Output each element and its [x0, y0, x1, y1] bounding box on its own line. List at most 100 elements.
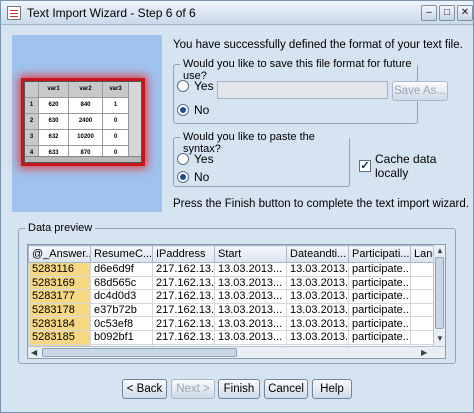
radio-label: No	[194, 170, 210, 184]
table-cell: 5283178	[28, 302, 91, 318]
help-button[interactable]: Help	[312, 379, 352, 399]
column-header[interactable]: Participati...	[348, 245, 411, 263]
column-header[interactable]: IPaddress	[152, 245, 215, 263]
back-button[interactable]: < Back	[122, 379, 167, 399]
table-cell: participate...	[348, 289, 411, 304]
table-cell: 217.162.13...	[152, 302, 215, 318]
radio-button-icon[interactable]	[177, 171, 189, 183]
illustration-cell	[25, 82, 39, 98]
radio-label: Yes	[194, 79, 214, 93]
vertical-scroll-thumb[interactable]	[435, 257, 444, 329]
radio-button-icon[interactable]	[177, 153, 189, 165]
data-preview-legend: Data preview	[25, 222, 96, 234]
vertical-scrollbar[interactable]: ▲ ▼	[433, 245, 445, 346]
table-cell: 13.03.2013...	[214, 302, 287, 318]
radio-button-icon[interactable]	[177, 104, 189, 116]
table-cell: participate...	[348, 329, 411, 345]
save-as-button[interactable]: Save As...	[392, 81, 448, 101]
table-cell: 13.03.2013...	[214, 329, 287, 345]
scroll-down-icon[interactable]: ▼	[436, 334, 444, 343]
illustration-cell: 1	[103, 98, 129, 114]
illustration-cell: 1	[25, 98, 39, 114]
illustration-header-row: var1 var2 var3	[25, 82, 141, 98]
table-cell: 13.03.2013...	[286, 329, 349, 345]
scroll-left-icon[interactable]: ◀	[31, 348, 37, 357]
table-cell: 13.03.2013...	[214, 262, 287, 277]
table-cell: d6e6d9f	[90, 262, 153, 277]
illustration-cell: 3	[25, 130, 39, 146]
save-format-legend: Would you like to save this file format …	[180, 58, 417, 82]
cancel-button[interactable]: Cancel	[264, 379, 308, 399]
table-cell	[410, 316, 436, 331]
table-cell: participate...	[348, 302, 411, 318]
table-row: 5283178 e37b72b 217.162.13... 13.03.2013...…	[28, 302, 436, 318]
table-cell: participate...	[348, 275, 411, 291]
table-cell: dc4d0d3	[90, 289, 153, 304]
checkbox-icon[interactable]: ✓	[359, 160, 371, 172]
maximize-icon[interactable]: □	[439, 5, 455, 21]
cache-data-checkbox[interactable]: ✓ Cache data locally	[359, 152, 473, 180]
illustration-cell: 0	[103, 130, 129, 146]
table-cell: 13.03.2013...	[214, 289, 287, 304]
illustration-row: 1 620 840 1	[25, 98, 141, 114]
data-preview-grid[interactable]: @_Answer... ResumeC... IPaddress Start Datea…	[27, 244, 446, 359]
illustration-scrollbar	[25, 156, 141, 162]
table-row: 5283177 dc4d0d3 217.162.13... 13.03.2013...…	[28, 289, 436, 304]
table-cell: 5283185	[28, 329, 91, 345]
column-header[interactable]: ResumeC...	[90, 245, 153, 263]
horizontal-scrollbar[interactable]: ◀ ▶	[28, 346, 445, 358]
table-cell	[410, 262, 436, 277]
save-path-field[interactable]	[217, 81, 388, 99]
scroll-up-icon[interactable]: ▲	[436, 246, 444, 255]
illustration-cell: var2	[69, 82, 103, 98]
illustration-cell: 2	[25, 114, 39, 130]
horizontal-scroll-thumb[interactable]	[42, 348, 237, 357]
radio-button-icon[interactable]	[177, 80, 189, 92]
column-header[interactable]: Dateandti...	[286, 245, 349, 263]
column-header[interactable]: @_Answer...	[28, 245, 91, 263]
table-cell: 13.03.2013...	[214, 275, 287, 291]
close-icon[interactable]: ✕	[457, 5, 473, 21]
table-cell: participate...	[348, 316, 411, 331]
checkbox-label: Cache data locally	[375, 152, 437, 180]
success-message: You have successfully defined the format…	[173, 39, 463, 51]
table-cell	[410, 275, 436, 291]
table-cell: 5283169	[28, 275, 91, 291]
paste-syntax-no-radio[interactable]: No	[177, 170, 209, 184]
table-cell: participate...	[348, 262, 411, 277]
radio-label: Yes	[194, 152, 214, 166]
table-cell: 217.162.13...	[152, 275, 215, 291]
table-cell: 13.03.2013...	[286, 262, 349, 277]
table-cell: 5283177	[28, 289, 91, 304]
table-cell: 217.162.13...	[152, 289, 215, 304]
minimize-icon[interactable]: –	[421, 5, 437, 21]
table-cell: e37b72b	[90, 302, 153, 318]
save-format-no-radio[interactable]: No	[177, 103, 209, 117]
table-cell: b092bf1	[90, 329, 153, 345]
illustration-row: 3 632 10200 0	[25, 130, 141, 146]
table-cell: 5283184	[28, 316, 91, 331]
table-cell: 217.162.13...	[152, 329, 215, 345]
window-title: Text Import Wizard - Step 6 of 6	[27, 6, 196, 20]
illustration-cell: 2400	[69, 114, 103, 130]
illustration-cell: var3	[103, 82, 129, 98]
table-cell: 0c53ef8	[90, 316, 153, 331]
finish-button[interactable]: Finish	[218, 379, 260, 399]
next-button[interactable]: Next >	[171, 379, 215, 399]
title-bar[interactable]: Text Import Wizard - Step 6 of 6 – □ ✕	[1, 1, 473, 25]
data-preview-table: @_Answer... ResumeC... IPaddress Start Datea…	[28, 245, 436, 358]
table-row: 5283184 0c53ef8 217.162.13... 13.03.2013...…	[28, 316, 436, 331]
table-cell: 13.03.2013...	[286, 289, 349, 304]
column-header[interactable]: Lang	[410, 245, 436, 263]
illustration-cell: 840	[69, 98, 103, 114]
illustration-row: 2 630 2400 0	[25, 114, 141, 130]
radio-label: No	[194, 103, 210, 117]
table-cell	[410, 302, 436, 318]
save-format-yes-radio[interactable]: Yes	[177, 79, 214, 93]
column-header[interactable]: Start	[214, 245, 287, 263]
table-cell: 5283116	[28, 262, 91, 277]
paste-syntax-yes-radio[interactable]: Yes	[177, 152, 214, 166]
scroll-right-icon[interactable]: ▶	[421, 348, 427, 357]
table-row: 5283185 b092bf1 217.162.13... 13.03.2013...…	[28, 329, 436, 345]
table-cell: 13.03.2013...	[214, 316, 287, 331]
